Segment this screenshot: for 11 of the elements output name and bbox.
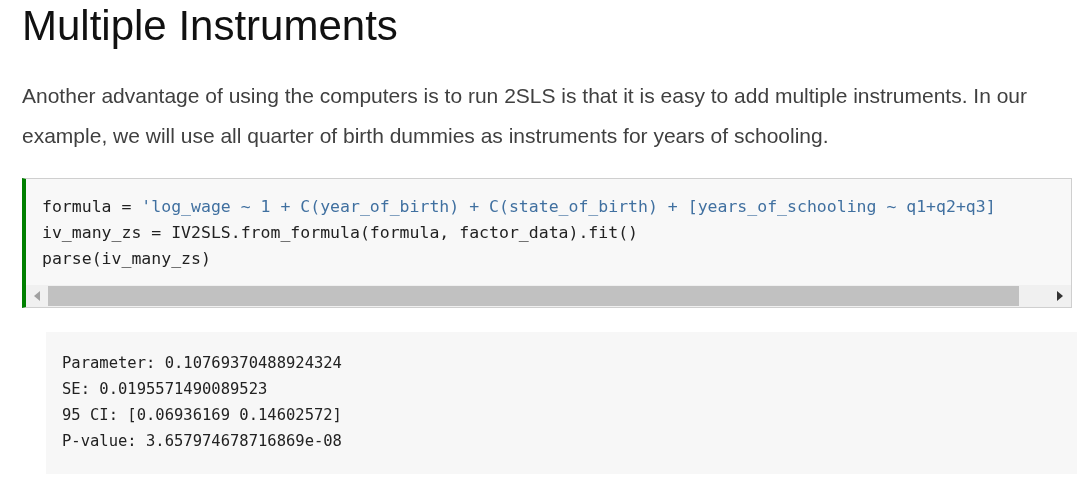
scrollbar-thumb[interactable] [48, 286, 1019, 306]
code-line: parse(iv_many_zs) [42, 248, 212, 270]
horizontal-scrollbar[interactable] [26, 285, 1071, 307]
output-line: SE: 0.0195571490089523 [62, 379, 269, 400]
output-line: P-value: 3.657974678716869e-08 [62, 431, 343, 452]
section-heading: Multiple Instruments [22, 1, 399, 51]
paragraph: Another advantage of using the computers is to run 2SLS is that it is easy to add multiple instruments. In our example, we will use all quarter of birth dummies as instruments for years of schooling. [22, 83, 1029, 149]
output-line: 95 CI: [0.06936169 0.14602572] [62, 405, 343, 426]
code-line: iv_many_zs = IV2SLS.from_formula(formula, factor_data).fit() [42, 222, 640, 244]
code-line: formula = 'log_wage ~ 1 + C(year_of_birth) + C(state_of_birth) + [years_of_schooling ~ q1+q2+q3] [42, 196, 997, 218]
output-line: Parameter: 0.10769370488924324 [62, 353, 343, 374]
